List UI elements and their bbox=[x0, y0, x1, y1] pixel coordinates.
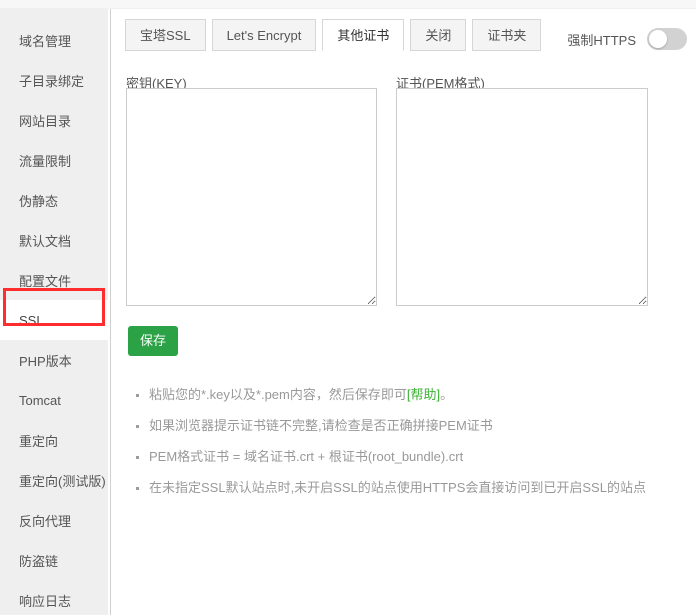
sidebar-item-12[interactable]: 反向代理 bbox=[0, 500, 108, 540]
cert-input[interactable] bbox=[396, 88, 648, 306]
sidebar-item-label: 重定向(测试版) bbox=[19, 471, 106, 490]
help-note-item: 粘贴您的*.key以及*.pem内容，然后保存即可[帮助]。 bbox=[149, 387, 679, 403]
sidebar-item-label: 流量限制 bbox=[19, 151, 71, 170]
sidebar-item-6[interactable]: 配置文件 bbox=[0, 260, 108, 300]
help-note-item: 在未指定SSL默认站点时,未开启SSL的站点使用HTTPS会直接访问到已开启SS… bbox=[149, 480, 679, 496]
note-text-suffix: 。 bbox=[440, 387, 453, 402]
tab-label: Let's Encrypt bbox=[227, 29, 302, 42]
help-notes-list: 粘贴您的*.key以及*.pem内容，然后保存即可[帮助]。如果浏览器提示证书链… bbox=[131, 387, 679, 511]
tab-2[interactable]: 其他证书 bbox=[322, 19, 404, 51]
tab-bar: 宝塔SSL Let's Encrypt 其他证书 关闭 证书夹 bbox=[125, 19, 547, 53]
sidebar-item-10[interactable]: 重定向 bbox=[0, 420, 108, 460]
note-text: 在未指定SSL默认站点时,未开启SSL的站点使用HTTPS会直接访问到已开启SS… bbox=[149, 480, 646, 495]
tab-label: 宝塔SSL bbox=[140, 29, 191, 42]
note-text: 粘贴您的*.key以及*.pem内容，然后保存即可 bbox=[149, 387, 407, 402]
sidebar-item-7[interactable]: SSL bbox=[0, 300, 108, 340]
sidebar-item-label: 网站目录 bbox=[19, 111, 71, 130]
main-panel: 宝塔SSLLet's Encrypt其他证书关闭证书夹 强制HTTPS 密钥(K… bbox=[111, 9, 696, 615]
sidebar-item-2[interactable]: 网站目录 bbox=[0, 100, 108, 140]
ssl-settings-page: 域名管理子目录绑定网站目录流量限制伪静态默认文档配置文件 SSL PHP版本 Tomc… bbox=[0, 0, 696, 615]
sidebar-item-label: 防盗链 bbox=[19, 551, 58, 570]
tab-label: 证书夹 bbox=[487, 29, 526, 42]
sidebar-item-5[interactable]: 默认文档 bbox=[0, 220, 108, 260]
tab-3[interactable]: 关闭 bbox=[410, 19, 466, 51]
help-note-item: PEM格式证书 = 域名证书.crt + 根证书(root_bundle).cr… bbox=[149, 449, 679, 465]
sidebar-item-label: 域名管理 bbox=[19, 31, 71, 50]
sidebar-item-0[interactable]: 域名管理 bbox=[0, 20, 108, 60]
sidebar-item-8[interactable]: PHP版本 bbox=[0, 340, 108, 380]
sidebar-item-label: 反向代理 bbox=[19, 511, 71, 530]
tab-4[interactable]: 证书夹 bbox=[472, 19, 541, 51]
force-https-toggle[interactable] bbox=[647, 28, 687, 50]
sidebar-nav: 域名管理子目录绑定网站目录流量限制伪静态默认文档配置文件 SSL PHP版本 Tomc… bbox=[0, 9, 108, 615]
sidebar-item-label: 配置文件 bbox=[19, 271, 71, 290]
sidebar-item-4[interactable]: 伪静态 bbox=[0, 180, 108, 220]
tab-1[interactable]: Let's Encrypt bbox=[212, 19, 317, 51]
help-note-item: 如果浏览器提示证书链不完整,请检查是否正确拼接PEM证书 bbox=[149, 418, 679, 434]
sidebar-item-label: PHP版本 bbox=[19, 351, 72, 370]
sidebar-item-label: 重定向 bbox=[19, 431, 58, 450]
force-https-label: 强制HTTPS bbox=[567, 30, 636, 49]
sidebar-item-label: SSL bbox=[19, 313, 44, 328]
help-link[interactable]: [帮助] bbox=[407, 387, 440, 402]
sidebar-item-9[interactable]: Tomcat bbox=[0, 380, 108, 420]
sidebar-item-11[interactable]: 重定向(测试版) bbox=[0, 460, 108, 500]
note-text: 如果浏览器提示证书链不完整,请检查是否正确拼接PEM证书 bbox=[149, 418, 493, 433]
sidebar-item-1[interactable]: 子目录绑定 bbox=[0, 60, 108, 100]
sidebar-item-label: 响应日志 bbox=[19, 591, 71, 610]
sidebar-item-label: Tomcat bbox=[19, 393, 61, 408]
note-text: PEM格式证书 = 域名证书.crt + 根证书(root_bundle).cr… bbox=[149, 449, 463, 464]
sidebar-item-3[interactable]: 流量限制 bbox=[0, 140, 108, 180]
sidebar-item-label: 伪静态 bbox=[19, 191, 58, 210]
save-button[interactable]: 保存 bbox=[128, 326, 178, 356]
sidebar-item-label: 默认文档 bbox=[19, 231, 71, 250]
sidebar-item-13[interactable]: 防盗链 bbox=[0, 540, 108, 580]
key-input[interactable] bbox=[126, 88, 377, 306]
tab-label: 关闭 bbox=[425, 29, 451, 42]
tab-0[interactable]: 宝塔SSL bbox=[125, 19, 206, 51]
force-https-control: 强制HTTPS bbox=[567, 28, 687, 50]
sidebar-item-label: 子目录绑定 bbox=[19, 71, 84, 90]
top-strip bbox=[0, 0, 696, 9]
tab-label: 其他证书 bbox=[337, 29, 389, 42]
sidebar-item-14[interactable]: 响应日志 bbox=[0, 580, 108, 615]
toggle-knob bbox=[649, 30, 667, 48]
